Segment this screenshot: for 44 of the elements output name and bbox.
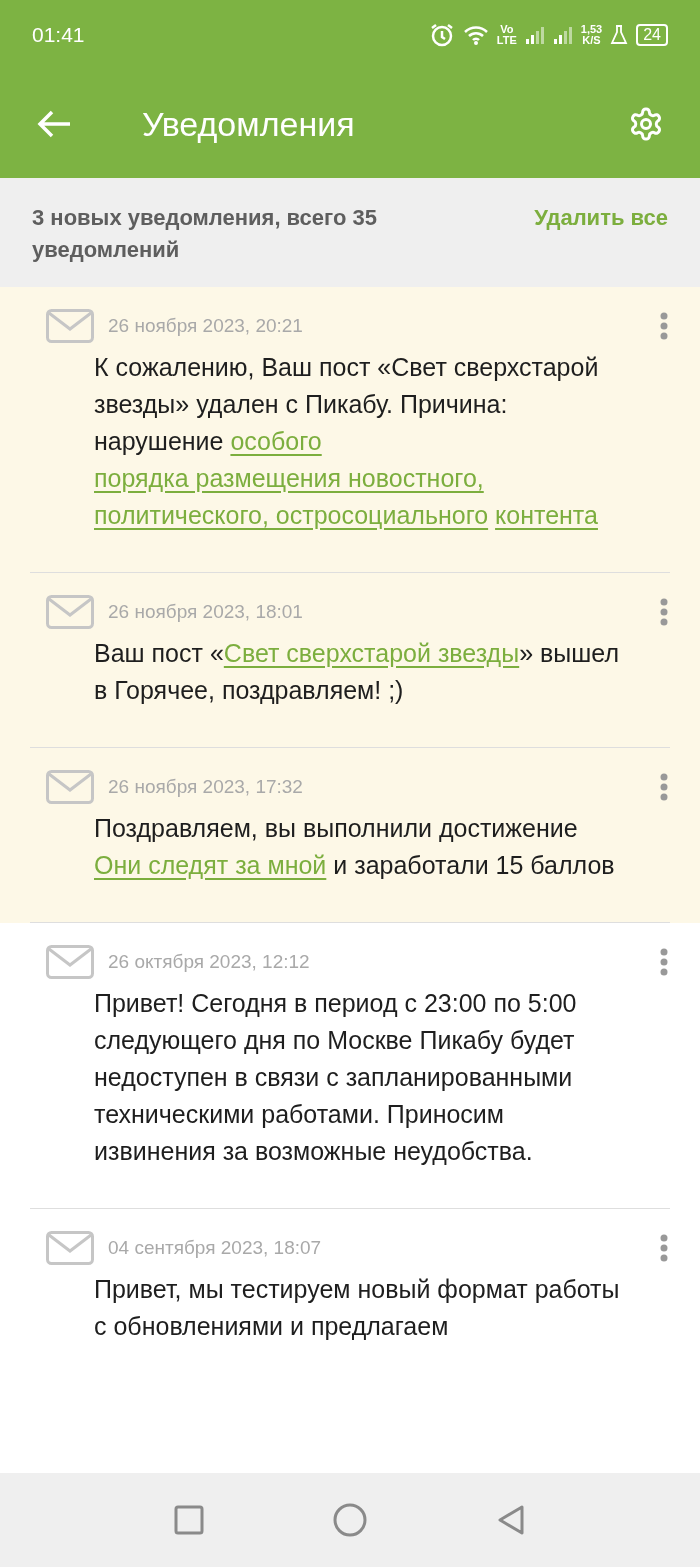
- text-link[interactable]: Они следят за мной: [94, 851, 327, 879]
- more-icon[interactable]: [660, 598, 668, 626]
- network-speed: 1,53 K/S: [580, 24, 603, 46]
- notification-card[interactable]: 26 ноября 2023, 20:21 К сожалению, Ваш пост «Свет сверхстарой звезды» удален с Пикабу. Причина: нарушение особого порядка размещения новостного, политического, остросоциального контента: [0, 287, 700, 573]
- network-type: Vo LTE: [496, 24, 517, 46]
- notification-card[interactable]: 26 ноября 2023, 18:01 Ваш пост «Свет сверхстарой звезды» вышел в Горячее, поздравляем! ;): [0, 573, 700, 748]
- notification-date: 26 октября 2023, 12:12: [108, 949, 310, 974]
- flask-icon: [610, 25, 629, 45]
- more-icon[interactable]: [660, 773, 668, 801]
- text-link[interactable]: политического, остросоциального: [94, 501, 489, 529]
- screen-title: Уведомления: [142, 103, 355, 145]
- envelope-icon: [46, 595, 94, 629]
- notification-date: 26 ноября 2023, 18:01: [108, 599, 303, 624]
- more-icon[interactable]: [660, 948, 668, 976]
- notification-text: Привет, мы тестируем новый формат работы с обновлениями и предлагаем: [94, 1274, 621, 1342]
- text-link[interactable]: особого: [230, 427, 322, 455]
- recents-icon[interactable]: [174, 1505, 205, 1535]
- more-icon[interactable]: [660, 1234, 668, 1262]
- notification-date: 26 ноября 2023, 20:21: [108, 313, 303, 338]
- settings-icon[interactable]: [628, 106, 664, 142]
- envelope-icon: [46, 945, 94, 979]
- back-arrow-icon[interactable]: [36, 109, 72, 139]
- notification-text: Ваш пост «Свет сверхстарой звезды» вышел в Горячее, поздравляем! ;): [94, 638, 620, 706]
- notification-text: Поздравляем, вы выполнили достижение Они следят за мной и заработали 15 баллов: [94, 813, 616, 881]
- summary-text: 3 новых уведомления, всего 35 уведомлений: [32, 204, 378, 264]
- notification-text: Привет! Сегодня в период с 23:00 по 5:00 следующего дня по Москве Пикабу будет недоступен в связи с запланированными техническими работами. Приносим извинения за возможные неудобства.: [94, 988, 578, 1167]
- text-link[interactable]: порядка размещения новостного,: [94, 464, 484, 492]
- notification-card[interactable]: 26 ноября 2023, 17:32 Поздравляем, вы выполнили достижение Они следят за мной и заработали 15 баллов: [0, 748, 700, 923]
- text-link[interactable]: Свет сверхстарой звезды: [223, 639, 520, 667]
- more-icon[interactable]: [660, 312, 668, 340]
- signal-icon: [552, 25, 573, 45]
- text-link[interactable]: контента: [495, 501, 598, 529]
- notification-text: К сожалению, Ваш пост «Свет сверхстарой звезды» удален с Пикабу. Причина: нарушение особого порядка размещения новостного, политического, остросоциального контента: [94, 352, 600, 531]
- notification-date: 04 сентября 2023, 18:07: [108, 1235, 322, 1260]
- battery-indicator: 24: [636, 24, 668, 46]
- wifi-icon: [462, 24, 489, 46]
- envelope-icon: [46, 309, 94, 343]
- status-time: 01:41: [32, 22, 85, 49]
- notification-date: 26 ноября 2023, 17:32: [108, 774, 303, 799]
- delete-all-button[interactable]: Удалить все: [534, 202, 668, 234]
- signal-icon: [524, 25, 545, 45]
- home-icon[interactable]: [333, 1503, 367, 1537]
- envelope-icon: [46, 1231, 94, 1265]
- envelope-icon: [46, 770, 94, 804]
